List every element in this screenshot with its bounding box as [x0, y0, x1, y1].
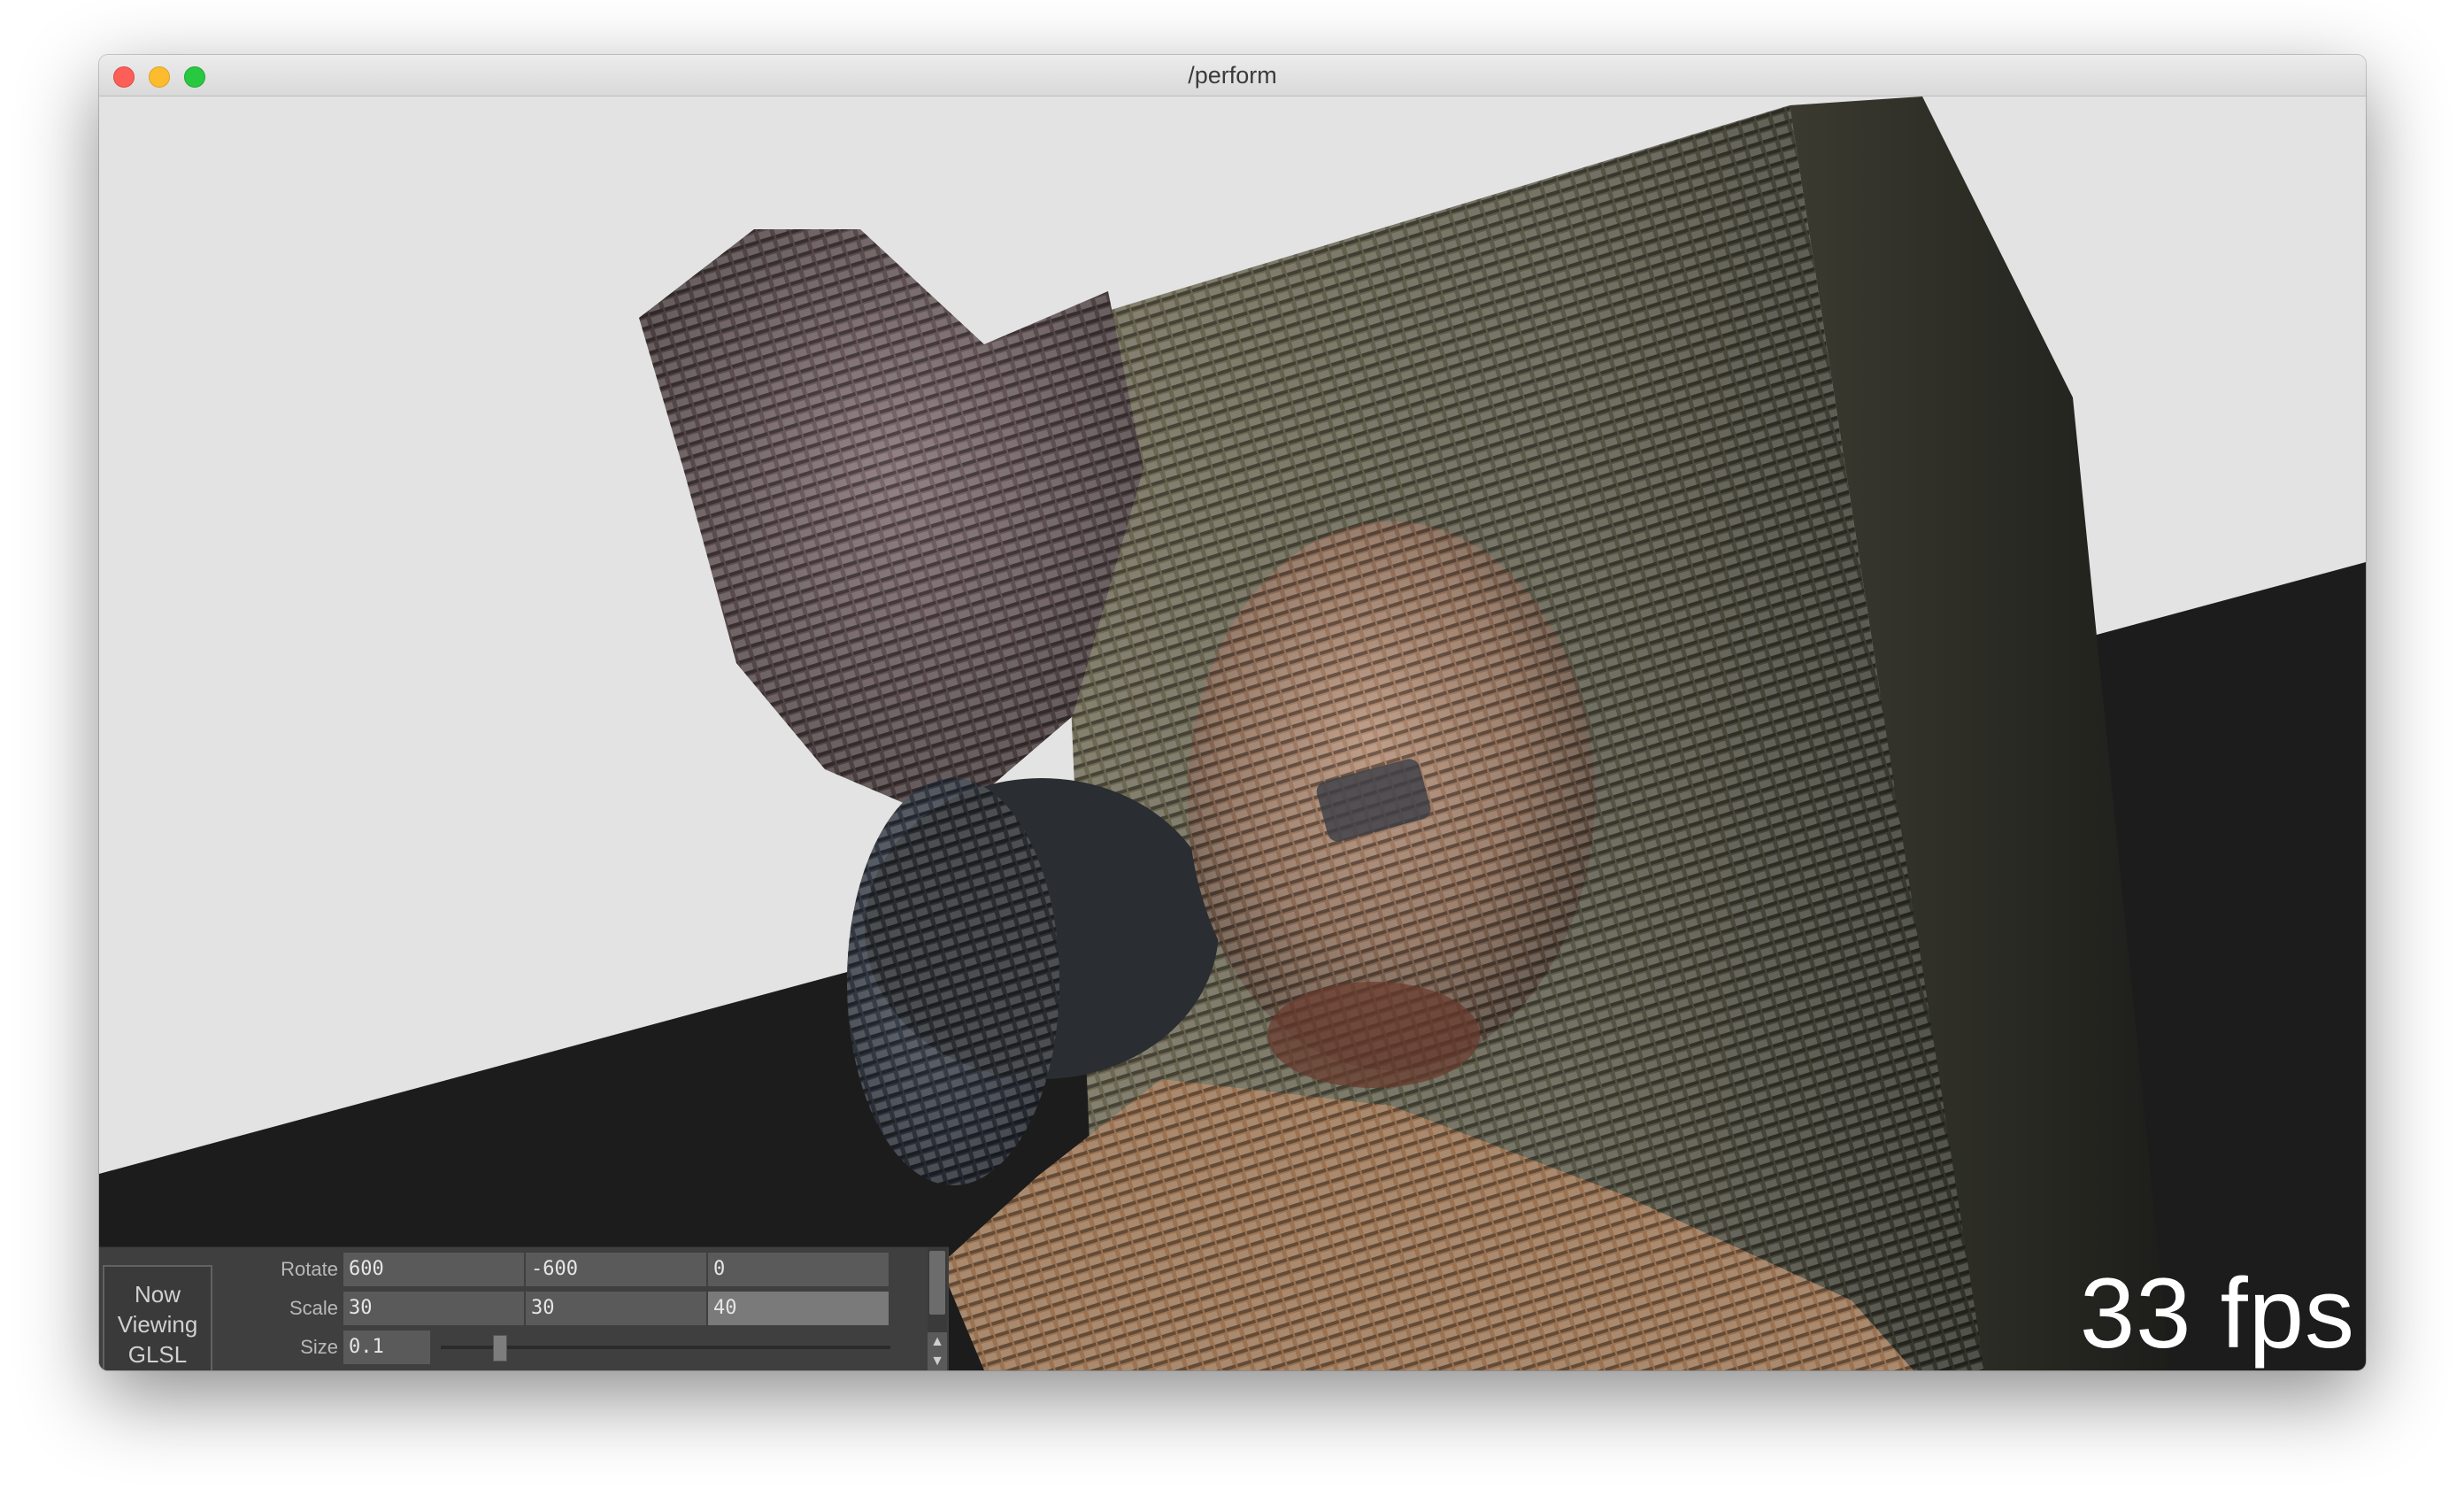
rotate-y-field[interactable]: -600: [526, 1253, 708, 1286]
size-slider-handle[interactable]: [493, 1335, 508, 1362]
viewing-line-3: GLSL: [127, 1341, 188, 1368]
control-panel: Now Viewing GLSL Rotate 600 -600 0 Scale…: [99, 1246, 949, 1370]
now-viewing-glsl-button[interactable]: Now Viewing GLSL: [103, 1265, 212, 1370]
size-field[interactable]: 0.1: [343, 1331, 432, 1364]
title-bar[interactable]: /perform: [99, 55, 2366, 96]
rotate-label: Rotate: [281, 1258, 338, 1280]
scale-x-field[interactable]: 30: [343, 1292, 526, 1325]
panel-scroll-thumb[interactable]: [929, 1251, 945, 1315]
voxel-render: [99, 96, 2366, 1370]
scale-label: Scale: [289, 1297, 338, 1319]
viewing-line-1: Now: [134, 1281, 181, 1308]
rotate-x-field[interactable]: 600: [343, 1253, 526, 1286]
scroll-up-icon[interactable]: ▲: [928, 1332, 947, 1352]
scale-z-field[interactable]: 40: [708, 1292, 890, 1325]
scale-y-field[interactable]: 30: [526, 1292, 708, 1325]
fps-counter: 33 fps: [2079, 1258, 2355, 1369]
app-window: /perform 33 fps Now Viewing GLSL Rotate …: [99, 55, 2366, 1370]
size-slider-track[interactable]: [441, 1346, 890, 1349]
scroll-down-icon[interactable]: ▼: [928, 1352, 947, 1370]
rotate-z-field[interactable]: 0: [708, 1253, 890, 1286]
viewing-line-2: Viewing: [117, 1311, 198, 1338]
3d-viewport[interactable]: 33 fps: [99, 96, 2366, 1370]
panel-scrollbar[interactable]: ▲ ▼: [928, 1247, 947, 1370]
window-title: /perform: [1188, 62, 1277, 89]
size-label: Size: [300, 1336, 338, 1358]
